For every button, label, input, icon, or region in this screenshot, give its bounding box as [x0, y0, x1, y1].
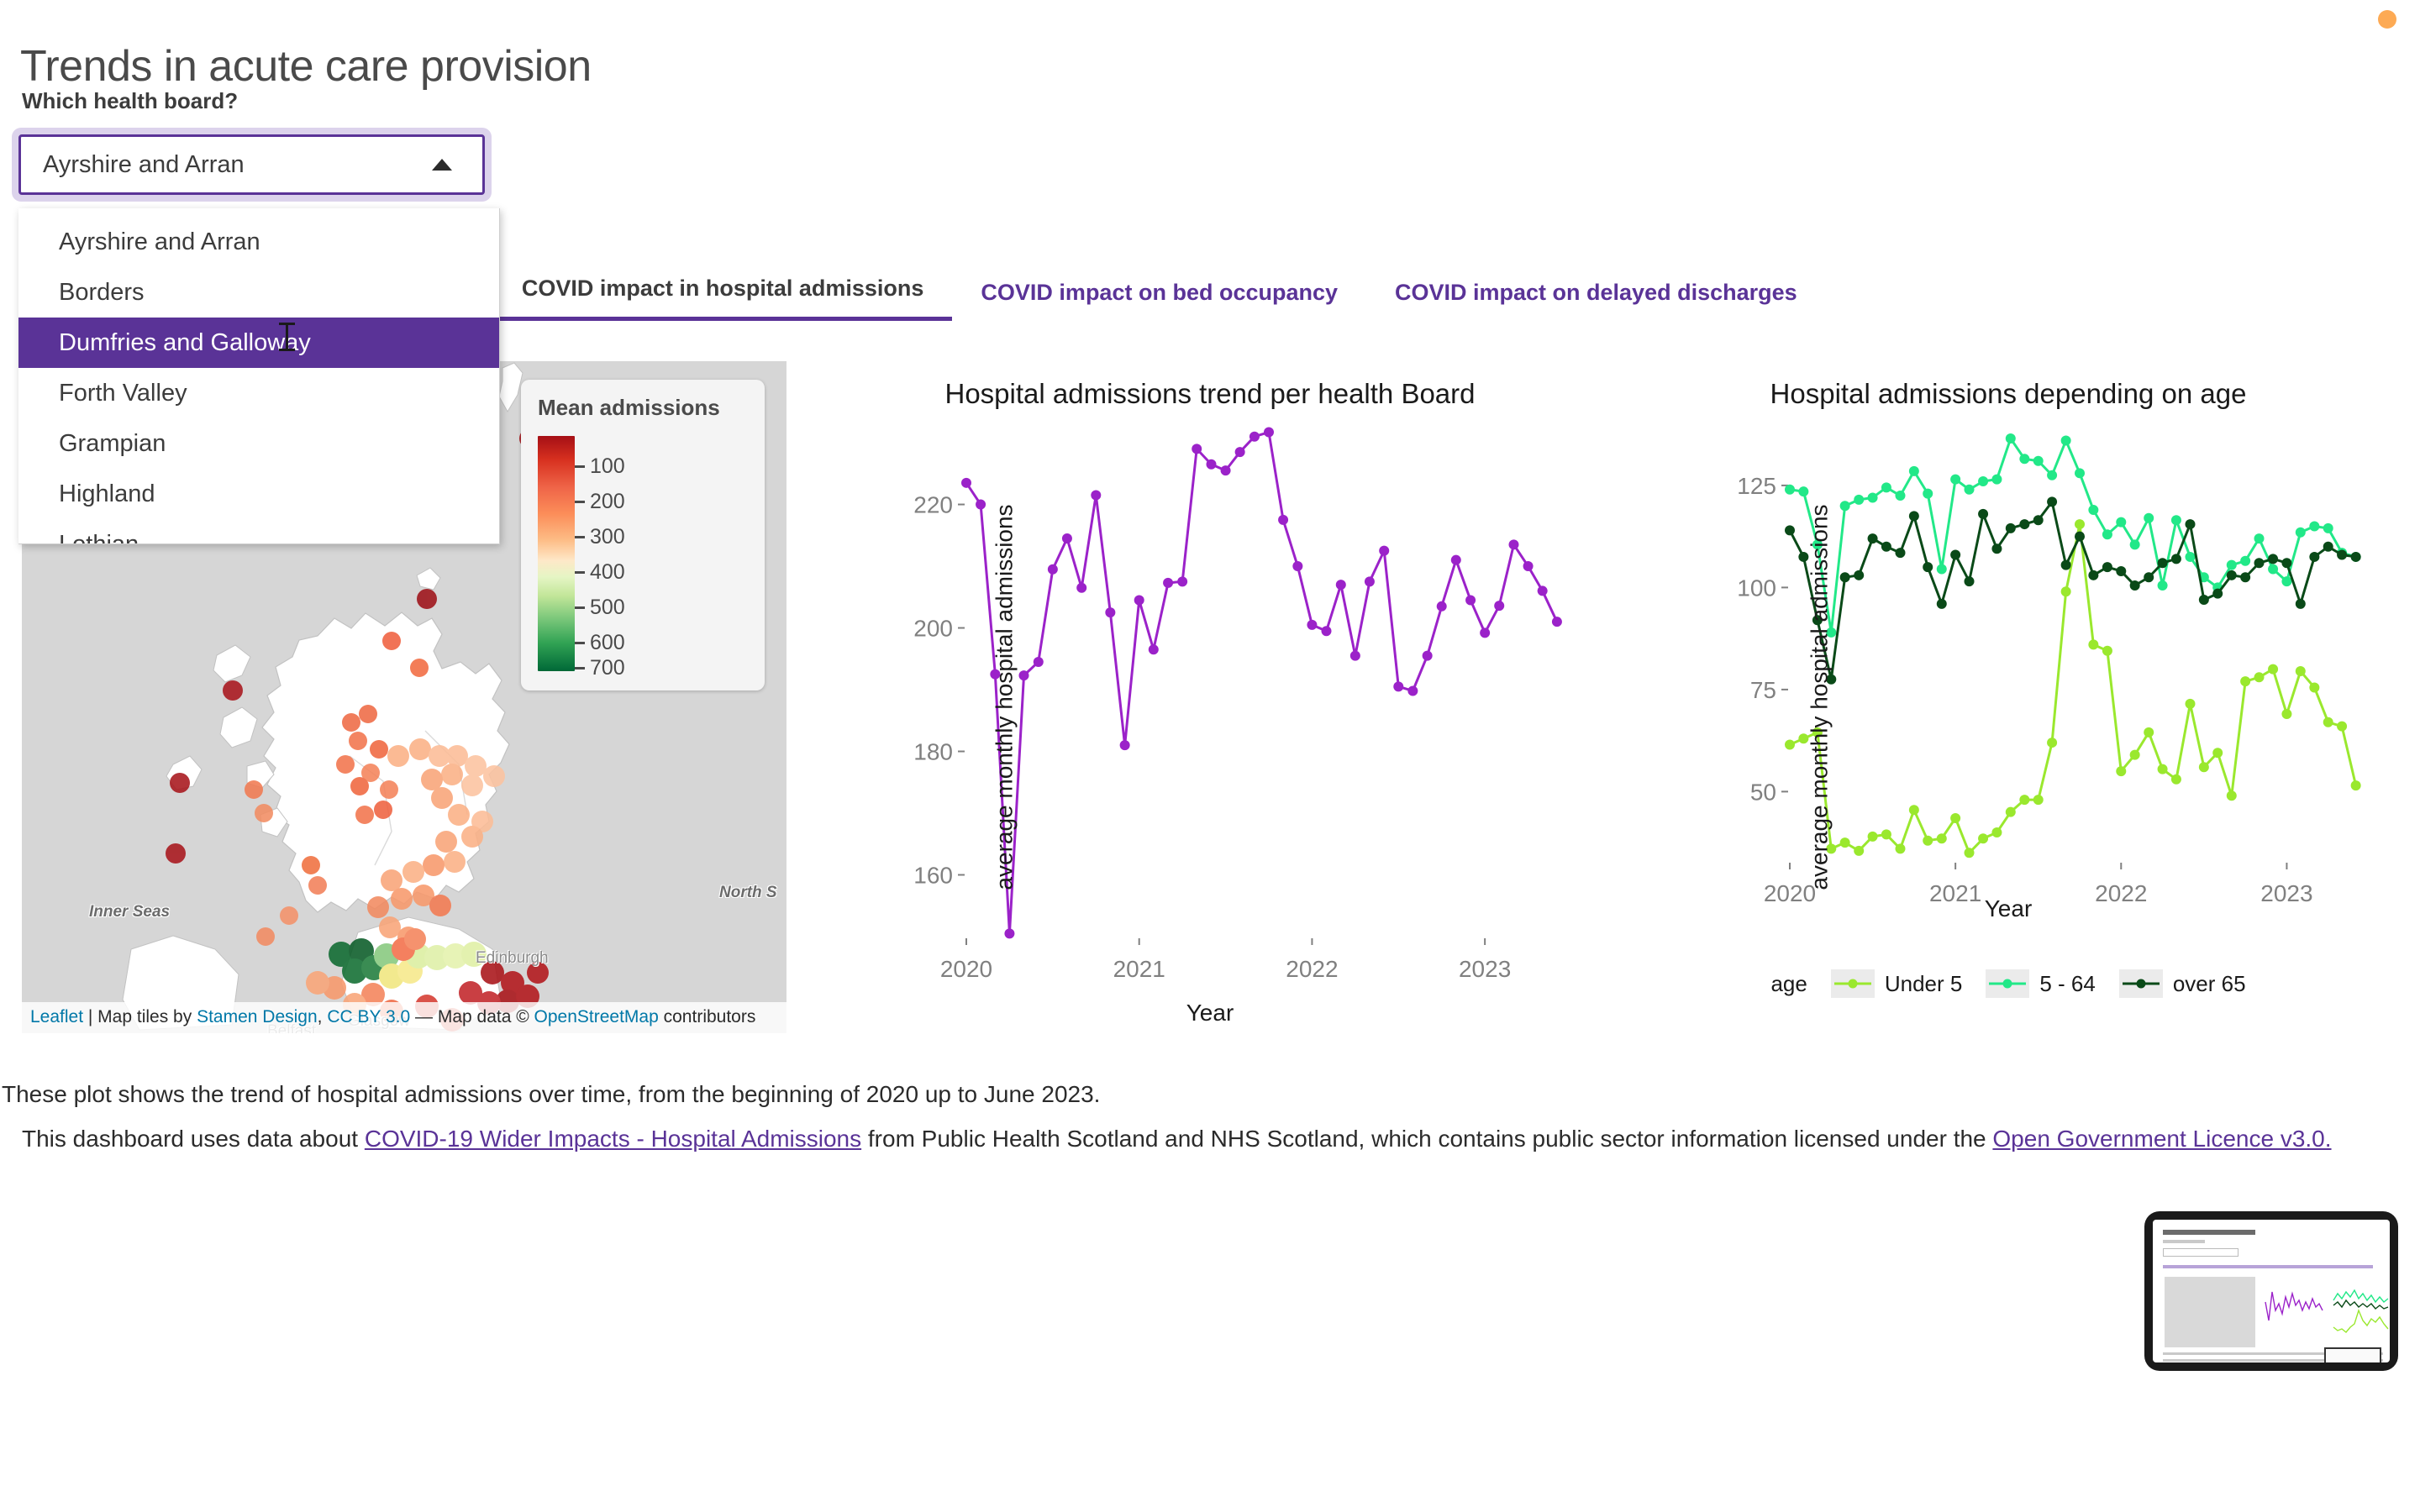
legend-key-icon	[1830, 969, 1875, 998]
dropdown-option[interactable]: Highland	[18, 469, 499, 519]
chart-title: Hospital admissions trend per health Boa…	[944, 378, 1476, 409]
health-board-dropdown-list[interactable]: Ayrshire and Arran Borders Dumfries and …	[18, 208, 500, 544]
chart-x-axis-label: Year	[1984, 895, 2033, 921]
svg-text:50: 50	[1750, 779, 1776, 805]
svg-text:200: 200	[913, 616, 953, 642]
tab-covid-impact-hospital-admissions[interactable]: COVID impact in hospital admissions	[492, 267, 953, 321]
svg-text:2022: 2022	[1286, 956, 1338, 982]
legend-label: Under 5	[1884, 970, 1963, 996]
dropdown-option[interactable]: Grampian	[18, 418, 499, 469]
legend-tick: 200	[575, 490, 625, 514]
attrib-text: — Map data ©	[410, 1006, 534, 1026]
legend-label: 5 - 64	[2039, 970, 2096, 996]
legend-tick: 300	[575, 525, 625, 549]
footer-text-middle: from Public Health Scotland and NHS Scot…	[861, 1126, 1993, 1152]
attrib-text: ,	[317, 1006, 328, 1026]
admissions-trend-chart: Hospital admissions trend per health Boa…	[807, 361, 1613, 1033]
health-board-select[interactable]: Ayrshire and Arran	[18, 134, 485, 195]
footer-paragraph-2: This dashboard uses data about COVID-19 …	[0, 1120, 2420, 1158]
map-label-north-sea: North S	[719, 884, 777, 901]
tab-covid-impact-bed-occupancy[interactable]: COVID impact on bed occupancy	[952, 271, 1366, 321]
legend-key-icon	[1986, 969, 2030, 998]
dropdown-option[interactable]: Ayrshire and Arran	[18, 217, 499, 267]
chart-y-axis-label: average monthly hospital admissions	[1806, 504, 1833, 890]
chevron-up-icon[interactable]	[432, 159, 452, 171]
legend-key-icon	[2118, 969, 2163, 998]
dropdown-option[interactable]: Forth Valley	[18, 368, 499, 418]
attrib-text: | Map tiles by	[83, 1006, 197, 1026]
admissions-by-age-chart: Hospital admissions depending on age ave…	[1622, 361, 2395, 1033]
legend-tick: 400	[575, 560, 625, 585]
page-title: Trends in acute care provision	[20, 41, 592, 91]
ogl-license-link[interactable]: Open Government Licence v3.0.	[1992, 1126, 2331, 1152]
legend-title: age	[1770, 970, 1807, 996]
svg-text:125: 125	[1737, 473, 1776, 499]
legend-entry-5-64[interactable]: 5 - 64	[1986, 969, 2096, 998]
svg-text:2021: 2021	[1113, 956, 1165, 982]
dropdown-option-highlighted[interactable]: Dumfries and Galloway	[18, 318, 499, 368]
svg-text:160: 160	[913, 863, 953, 889]
legend-entry-under-5[interactable]: Under 5	[1830, 969, 1963, 998]
openstreetmap-link[interactable]: OpenStreetMap	[534, 1007, 659, 1026]
map-label-inner-seas: Inner Seas	[89, 903, 171, 921]
hospital-admissions-link[interactable]: COVID-19 Wider Impacts - Hospital Admiss…	[365, 1126, 861, 1152]
dropdown-option[interactable]: Lothian	[18, 519, 499, 544]
thumbnail-screen	[2153, 1220, 2390, 1362]
dropdown-option[interactable]: Borders	[18, 267, 499, 318]
legend-label: over 65	[2172, 970, 2246, 996]
svg-text:220: 220	[913, 492, 953, 518]
tab-covid-impact-delayed-discharges[interactable]: COVID impact on delayed discharges	[1366, 271, 1826, 321]
map-city-edinburgh: Edinburgh	[476, 949, 549, 967]
map-legend: Mean admissions 100 200 300 400 500 600 …	[521, 380, 765, 690]
map-attribution: Leaflet | Map tiles by Stamen Design, CC…	[22, 1001, 786, 1033]
svg-text:2023: 2023	[1459, 956, 1511, 982]
footer-text: These plot shows the trend of hospital a…	[0, 1075, 2420, 1165]
legend-entry-over-65[interactable]: over 65	[2118, 969, 2246, 998]
dashboard-preview-thumbnail[interactable]	[2144, 1211, 2398, 1371]
notification-dot-icon	[2378, 10, 2396, 29]
legend-tick: 500	[575, 596, 625, 620]
svg-text:100: 100	[1737, 575, 1776, 601]
footer-text-before: This dashboard uses data about	[22, 1126, 365, 1152]
text-cursor-icon	[279, 323, 295, 351]
map-legend-gradient-bar	[538, 436, 575, 671]
stamen-link[interactable]: Stamen Design	[197, 1007, 318, 1026]
svg-text:2020: 2020	[940, 956, 992, 982]
health-board-label: Which health board?	[22, 88, 239, 113]
chart-plot-area: 160 180 200 220 2020 2021 2022 2023	[913, 427, 1562, 982]
chart-title: Hospital admissions depending on age	[1770, 378, 2247, 409]
map-legend-ticks: 100 200 300 400 500 600 700	[575, 436, 701, 680]
map-legend-title: Mean admissions	[538, 395, 720, 420]
footer-paragraph-1: These plot shows the trend of hospital a…	[2, 1081, 1101, 1107]
legend-tick: 100	[575, 454, 625, 479]
legend-tick: 600	[575, 631, 625, 655]
chart-plot-area: 50751001252020 2021 2022 2023	[1737, 433, 2361, 906]
legend-tick: 700	[575, 656, 625, 680]
chart-y-axis-label: average monthly hospital admissions	[991, 504, 1018, 890]
svg-text:75: 75	[1750, 677, 1776, 703]
attrib-text: contributors	[658, 1006, 756, 1026]
health-board-selected-value: Ayrshire and Arran	[43, 150, 245, 178]
svg-text:180: 180	[913, 739, 953, 765]
chart-x-axis-label: Year	[1186, 1000, 1234, 1026]
cc-license-link[interactable]: CC BY 3.0	[327, 1007, 410, 1026]
chart-legend: age Under 5 5 - 64 over 65	[1622, 969, 2395, 998]
leaflet-link[interactable]: Leaflet	[30, 1007, 83, 1026]
